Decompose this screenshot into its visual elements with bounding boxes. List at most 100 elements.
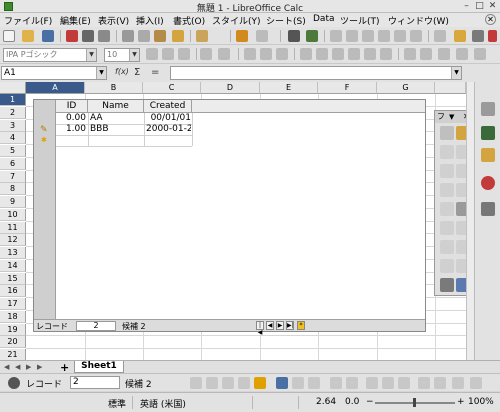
close-document-icon[interactable]: ✕ <box>485 14 496 25</box>
borders-icon[interactable] <box>438 48 450 60</box>
row-header[interactable]: 16 <box>0 285 26 298</box>
menu-data[interactable]: Data <box>313 14 335 24</box>
cut-icon[interactable] <box>122 30 134 42</box>
cell-id[interactable]: 0.00 <box>58 113 86 124</box>
insert-chart-icon[interactable] <box>454 30 466 42</box>
cell-id[interactable]: 1.00 <box>58 124 86 135</box>
first-sheet-icon[interactable]: ◀ <box>4 363 9 371</box>
column-icon[interactable] <box>346 30 358 42</box>
date-field-icon[interactable] <box>440 259 454 273</box>
column-header-h[interactable] <box>435 82 466 94</box>
menu-view[interactable]: 表示(V) <box>98 14 129 27</box>
save-icon[interactable] <box>42 30 54 42</box>
row-header[interactable]: 15 <box>0 272 26 285</box>
spelling-icon[interactable] <box>306 30 318 42</box>
previous-record-icon[interactable]: ◀ <box>266 321 274 330</box>
chevron-down-icon[interactable]: ▼ <box>86 49 96 61</box>
text-box-icon[interactable] <box>440 202 454 216</box>
clear-formatting-icon[interactable] <box>196 30 208 42</box>
indent-icon[interactable] <box>404 48 416 60</box>
row-header[interactable]: 4 <box>0 132 26 145</box>
row-header[interactable]: 7 <box>0 170 26 183</box>
undo-icon[interactable] <box>236 30 248 42</box>
column-header-g[interactable]: G <box>377 82 435 94</box>
row-header[interactable]: 1 <box>0 94 26 106</box>
zoom-in-icon[interactable]: + <box>457 397 465 407</box>
functions-icon[interactable] <box>481 202 495 216</box>
column-header-f[interactable]: F <box>318 82 377 94</box>
numeric-field-icon[interactable] <box>440 240 454 254</box>
print-icon[interactable] <box>82 30 94 42</box>
add-decimal-icon[interactable] <box>364 48 376 60</box>
menu-sheet[interactable]: シート(S) <box>266 14 306 27</box>
gallery-icon[interactable] <box>481 148 495 162</box>
cell-name[interactable]: AA <box>90 113 142 124</box>
search-icon[interactable] <box>8 377 20 389</box>
sort-ascending-icon[interactable] <box>378 30 390 42</box>
column-header-c[interactable]: C <box>143 82 201 94</box>
autofilter-icon[interactable] <box>418 377 430 389</box>
refresh-icon[interactable] <box>330 377 342 389</box>
cell-created[interactable]: 2000-01-2 <box>146 124 191 135</box>
menu-insert[interactable]: 挿入(I) <box>136 14 164 27</box>
row-header[interactable]: 12 <box>0 234 26 247</box>
first-record-icon[interactable] <box>190 377 202 389</box>
apply-filter-icon[interactable] <box>434 377 446 389</box>
font-size-box[interactable]: 10 ▼ <box>104 48 140 62</box>
row-header[interactable]: 13 <box>0 247 26 259</box>
border-style-icon[interactable] <box>474 48 486 60</box>
properties-icon[interactable] <box>481 102 495 116</box>
column-header-e[interactable]: E <box>260 82 318 94</box>
percent-icon[interactable] <box>332 48 344 60</box>
language-status[interactable]: 英語 (米国) <box>140 397 186 410</box>
row-header[interactable]: 14 <box>0 259 26 272</box>
row-header[interactable]: 9 <box>0 196 26 208</box>
font-color-icon[interactable] <box>200 48 212 60</box>
formula-input[interactable]: ▼ <box>170 66 462 80</box>
function-wizard-icon[interactable]: f(x) <box>115 67 129 76</box>
cell-name[interactable]: BBB <box>90 124 142 135</box>
header-id[interactable]: ID <box>56 100 88 113</box>
sort-descending-icon[interactable] <box>398 377 410 389</box>
sum-icon[interactable]: Σ <box>134 67 140 78</box>
tab-sheet1[interactable]: Sheet1 <box>74 361 124 373</box>
sort-ascending-icon[interactable] <box>382 377 394 389</box>
combo-box-icon[interactable] <box>440 221 454 235</box>
font-name-box[interactable]: IPA Pゴシック ▼ <box>3 48 97 62</box>
delete-decimal-icon[interactable] <box>380 48 392 60</box>
background-color-icon[interactable] <box>456 48 468 60</box>
insert-image-icon[interactable] <box>434 30 446 42</box>
table-control[interactable]: ✎ ✱ ID Name Created 0.00 AA 00/01/01 1.0… <box>33 99 426 336</box>
underline-icon[interactable] <box>178 48 190 60</box>
sort-icon[interactable] <box>362 30 374 42</box>
autofilter-icon[interactable] <box>410 30 422 42</box>
previous-sheet-icon[interactable]: ◀ <box>15 363 20 371</box>
header-created[interactable]: Created <box>144 100 192 113</box>
row-header[interactable]: 21 <box>0 349 26 360</box>
previous-record-icon[interactable] <box>206 377 218 389</box>
menu-tools[interactable]: ツール(T) <box>340 14 380 27</box>
align-left-icon[interactable] <box>244 48 256 60</box>
menu-format[interactable]: 書式(O) <box>173 14 205 27</box>
last-record-icon[interactable]: ▶| <box>286 321 294 330</box>
align-center-icon[interactable] <box>260 48 272 60</box>
zoom-level[interactable]: 100% <box>468 397 494 407</box>
styles-icon[interactable] <box>481 126 495 140</box>
select-icon[interactable] <box>440 126 454 140</box>
italic-icon[interactable] <box>162 48 174 60</box>
name-box[interactable]: A1 ▼ <box>1 66 107 80</box>
find-replace-icon[interactable] <box>288 30 300 42</box>
menu-file[interactable]: ファイル(F) <box>4 14 52 27</box>
row-header[interactable]: 5 <box>0 145 26 157</box>
menu-edit[interactable]: 編集(E) <box>60 14 91 27</box>
row-header[interactable]: 19 <box>0 323 26 336</box>
outdent-icon[interactable] <box>420 48 432 60</box>
maximize-button[interactable]: □ <box>474 1 485 12</box>
pivot-table-icon[interactable] <box>472 30 484 42</box>
last-sheet-icon[interactable]: ▶ <box>37 363 42 371</box>
print-preview-icon[interactable] <box>98 30 110 42</box>
column-header-b[interactable]: B <box>85 82 143 94</box>
cell-created[interactable]: 00/01/01 <box>146 113 191 124</box>
new-record-nav-icon[interactable]: * <box>297 321 305 330</box>
paste-icon[interactable] <box>154 30 166 42</box>
